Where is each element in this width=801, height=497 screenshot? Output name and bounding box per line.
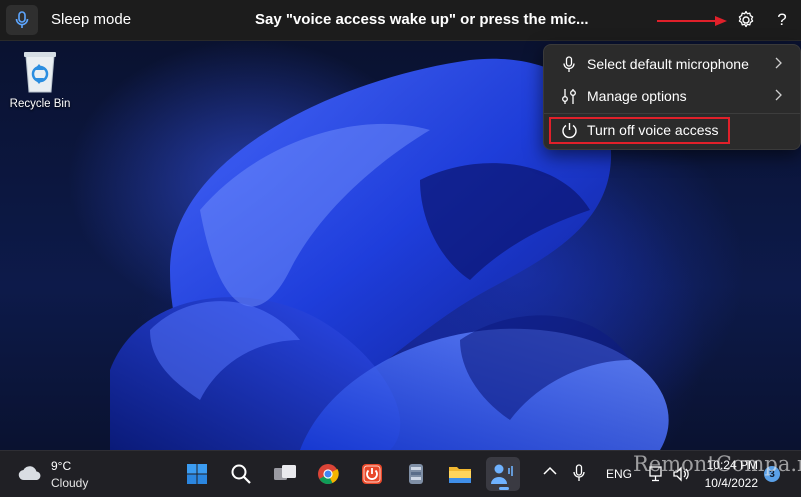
menu-item-label: Select default microphone [587,56,749,72]
search-icon [231,464,251,484]
power-app-button[interactable] [355,457,389,491]
chevron-right-icon [775,89,782,101]
settings-sliders-icon [560,87,578,105]
voice-access-help-button[interactable]: ? [772,9,792,31]
file-explorer-button[interactable] [443,457,477,491]
cloud-icon [18,466,41,481]
weather-temperature: 9°C [51,459,72,473]
power-app-icon [362,464,382,484]
recycle-bin-icon [24,52,56,93]
chevron-right-icon [775,57,782,69]
archive-icon [409,464,423,484]
menu-item-select-default-microphone[interactable]: Select default microphone [548,49,796,79]
menu-item-label: Manage options [587,88,687,104]
annotation-arrow-icon [657,16,727,26]
microphone-icon [560,55,578,73]
microphone-icon [15,11,29,28]
chrome-icon [318,464,339,485]
archive-app-button[interactable] [399,457,433,491]
menu-divider [544,113,800,114]
voice-access-bar: Sleep mode Say "voice access wake up" or… [0,0,801,41]
task-view-icon [274,465,296,480]
voice-access-icon [491,464,513,484]
annotation-highlight-box [549,117,730,144]
chrome-button[interactable] [311,457,345,491]
weather-condition: Cloudy [51,476,89,490]
language-indicator[interactable]: ENG [606,467,632,481]
watermark: RemontCompa.ru [633,452,801,476]
recycle-bin-shortcut[interactable]: Recycle Bin [6,48,74,118]
folder-icon [449,467,471,483]
search-button[interactable] [224,457,258,491]
gear-icon [738,10,754,28]
voice-access-hint: Say "voice access wake up" or press the … [255,11,589,28]
windows-logo-icon [187,464,207,484]
voice-access-settings-menu: Select default microphone Manage options [543,44,801,150]
show-hidden-icons-chevron-icon[interactable] [543,466,557,476]
voice-access-mic-button[interactable] [6,5,38,35]
voice-access-taskbar-button[interactable] [486,457,520,491]
recycle-bin-label: Recycle Bin [9,98,71,110]
tray-microphone-icon[interactable] [573,464,585,482]
start-button[interactable] [180,457,214,491]
voice-access-settings-button[interactable] [735,9,757,31]
clock-date: 10/4/2022 [704,476,758,490]
menu-item-manage-options[interactable]: Manage options [548,81,796,111]
voice-access-status: Sleep mode [51,11,132,28]
task-view-button[interactable] [268,457,302,491]
